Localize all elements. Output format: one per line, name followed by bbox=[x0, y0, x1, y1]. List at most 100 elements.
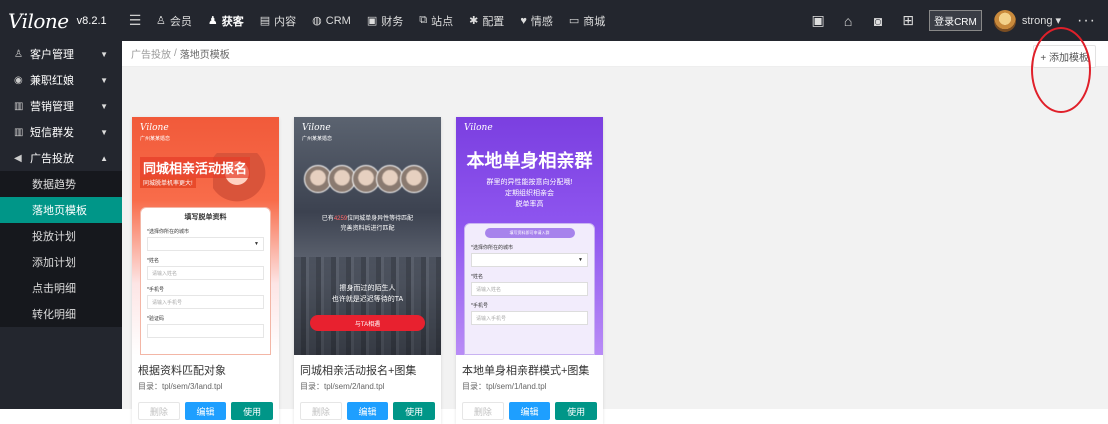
use-button[interactable]: 使用 bbox=[555, 402, 597, 420]
preview-line2: 定期组织相亲会 bbox=[505, 190, 554, 197]
topnav-label: 获客 bbox=[221, 15, 244, 28]
template-preview-image[interactable]: Vilone 广州某某婚恋 已有4259位同城单身异性等待匹配 完善资料后进行匹配 擦身… bbox=[294, 117, 441, 355]
topnav-item-6[interactable]: ✱ 配置 bbox=[461, 0, 512, 41]
ads-icon: ◀ bbox=[14, 152, 22, 164]
preview-field-input: 请输入姓名 bbox=[147, 266, 264, 280]
template-card: Vilone 广州某某婚恋 同城相亲活动报名 同城脱单机率更大! 填写脱单资料 *选择你所… bbox=[132, 117, 279, 424]
chevron-down-icon: ▼ bbox=[100, 75, 108, 85]
preview-city-image bbox=[294, 257, 441, 355]
edit-button[interactable]: 编辑 bbox=[346, 402, 389, 420]
preview-field-label: *姓名 bbox=[147, 258, 159, 264]
preview-logo: Vilone bbox=[464, 123, 493, 133]
breadcrumb-current: 落地页模板 bbox=[179, 50, 230, 61]
sidebar-group-label: 营销管理 bbox=[30, 101, 74, 113]
sidebar-group-label: 客户管理 bbox=[30, 49, 74, 61]
topnav-label: 内容 bbox=[274, 15, 297, 28]
message-icon[interactable]: ▣ bbox=[803, 12, 833, 29]
username-dropdown[interactable]: strong ▾ bbox=[1022, 14, 1061, 27]
sidebar-item-0[interactable]: 数据趋势 bbox=[0, 171, 122, 197]
sms-icon: ▥ bbox=[14, 126, 24, 138]
template-title: 同城相亲活动报名+图集 bbox=[300, 365, 417, 377]
topnav-item-0[interactable]: ♙ 会员 bbox=[148, 0, 200, 41]
preview-field-input: 请输入姓名 bbox=[471, 282, 588, 296]
chevron-down-icon: ▼ bbox=[100, 49, 108, 59]
user-group-icon: ♙ bbox=[156, 15, 166, 27]
delete-button[interactable]: 删除 bbox=[300, 402, 342, 420]
preview-field-label: *选择你所在的城市 bbox=[147, 229, 189, 235]
preview-line3: 脱单率高 bbox=[515, 201, 544, 208]
menu-toggle-icon[interactable]: ☰ bbox=[122, 12, 148, 29]
preview-field-label: *手机号 bbox=[147, 287, 164, 293]
template-preview-image[interactable]: Vilone 本地单身相亲群 群里的异性能按意向分配哦! 定期组织相亲会 脱单率高 填写资… bbox=[456, 117, 603, 355]
preview-avatars bbox=[304, 165, 428, 193]
breadcrumb: 广告投放 / 落地页模板 bbox=[122, 41, 1108, 67]
preview-field-label: *验证码 bbox=[147, 316, 164, 322]
sidebar-item-4[interactable]: 点击明细 bbox=[0, 275, 122, 301]
template-actions: 删除 编辑 使用 bbox=[456, 392, 603, 420]
preview-logo: Vilone bbox=[140, 123, 169, 133]
more-menu-icon[interactable]: ··· bbox=[1077, 12, 1096, 30]
sidebar-group-label: 短信群发 bbox=[30, 127, 74, 139]
settings-icon: ✱ bbox=[469, 15, 479, 27]
topnav-label: 站点 bbox=[431, 15, 454, 28]
use-button[interactable]: 使用 bbox=[393, 402, 435, 420]
template-preview-image[interactable]: Vilone 广州某某婚恋 同城相亲活动报名 同城脱单机率更大! 填写脱单资料 *选择你所… bbox=[132, 117, 279, 355]
dropdown-arrow-icon: ▼ bbox=[578, 257, 583, 263]
crm-login-button[interactable]: 登录CRM bbox=[929, 10, 982, 31]
preview-field-input: 请输入手机号 bbox=[471, 311, 588, 325]
preview-form: 填写脱单资料 *选择你所在的城市 ▼ *姓名 请输入姓名 *手机号 请输入手机号 *验证码 bbox=[140, 207, 271, 355]
topnav-label: 配置 bbox=[482, 15, 505, 28]
preview-line-1: 已有4259位同城单身异性等待匹配 bbox=[294, 213, 441, 222]
site-icon: ⧉ bbox=[419, 14, 428, 26]
preview-form-tip: 填写资料即可申请入群 bbox=[484, 228, 575, 238]
finance-icon: ▣ bbox=[366, 15, 378, 27]
preview-headline: 同城相亲活动报名 bbox=[140, 157, 251, 178]
lock-icon[interactable]: ◙ bbox=[863, 13, 893, 29]
breadcrumb-parent[interactable]: 广告投放 bbox=[131, 46, 171, 61]
dropdown-arrow-icon: ▼ bbox=[254, 241, 259, 247]
sidebar-group-1[interactable]: ◉ 兼职红娘 ▼ bbox=[0, 67, 122, 93]
crm-icon: ◍ bbox=[312, 15, 322, 27]
topnav-item-4[interactable]: ▣ 财务 bbox=[359, 0, 411, 41]
sidebar-group-0[interactable]: ♙ 客户管理 ▼ bbox=[0, 41, 122, 67]
topnav-item-7[interactable]: ♥ 情感 bbox=[512, 0, 561, 41]
avatar[interactable] bbox=[993, 9, 1016, 32]
sidebar-item-5[interactable]: 转化明细 bbox=[0, 301, 122, 327]
template-title: 本地单身相亲群模式+图集 bbox=[462, 365, 590, 377]
sidebar-item-2[interactable]: 投放计划 bbox=[0, 223, 122, 249]
delete-button[interactable]: 删除 bbox=[462, 402, 504, 420]
edit-button[interactable]: 编辑 bbox=[184, 402, 227, 420]
sidebar-group-4[interactable]: ◀ 广告投放 ▲ bbox=[0, 145, 122, 171]
preview-field-input: ▼ bbox=[147, 237, 264, 251]
template-path: 目录：tpl/sem/1/land.tpl bbox=[462, 382, 547, 391]
username-text: strong bbox=[1021, 15, 1053, 27]
topnav-item-8[interactable]: ▭ 商城 bbox=[561, 0, 613, 41]
use-button[interactable]: 使用 bbox=[231, 402, 273, 420]
template-actions: 删除 编辑 使用 bbox=[132, 392, 279, 420]
preview-line1: 群里的异性能按意向分配哦! bbox=[486, 179, 573, 186]
topnav-item-5[interactable]: ⧉ 站点 bbox=[411, 0, 461, 41]
topnav-item-3[interactable]: ◍ CRM bbox=[304, 0, 359, 41]
topnav-item-1[interactable]: ♟ 获客 bbox=[200, 0, 252, 41]
sidebar-item-3[interactable]: 添加计划 bbox=[0, 249, 122, 275]
preview-field-input: 请输入手机号 bbox=[147, 295, 264, 309]
cart-icon[interactable]: ⊞ bbox=[893, 12, 923, 29]
sidebar-submenu: 数据趋势 落地页模板 投放计划 添加计划 点击明细 转化明细 bbox=[0, 171, 122, 327]
preview-site-name: 广州某某婚恋 bbox=[140, 136, 171, 142]
template-title: 根据资料匹配对象 bbox=[138, 365, 226, 377]
topnav-item-2[interactable]: ▤ 内容 bbox=[252, 0, 304, 41]
preview-tagline: 同城脱单机率更大! bbox=[140, 177, 196, 188]
breadcrumb-separator: / bbox=[174, 48, 177, 59]
sidebar-group-3[interactable]: ▥ 短信群发 ▼ bbox=[0, 119, 122, 145]
matching-count: 4259 bbox=[333, 216, 348, 222]
chevron-down-icon: ▼ bbox=[100, 101, 108, 111]
sidebar-item-1[interactable]: 落地页模板 bbox=[0, 197, 122, 223]
sidebar-group-label: 广告投放 bbox=[30, 153, 74, 165]
home-icon[interactable]: ⌂ bbox=[833, 13, 863, 29]
app-logo[interactable]: Vilone v8.2.1 bbox=[0, 0, 122, 41]
preview-site-name: 广州某某婚恋 bbox=[302, 136, 333, 142]
sidebar-group-2[interactable]: ▥ 营销管理 ▼ bbox=[0, 93, 122, 119]
delete-button[interactable]: 删除 bbox=[138, 402, 180, 420]
annotation-circle bbox=[1031, 27, 1091, 113]
edit-button[interactable]: 编辑 bbox=[508, 402, 551, 420]
